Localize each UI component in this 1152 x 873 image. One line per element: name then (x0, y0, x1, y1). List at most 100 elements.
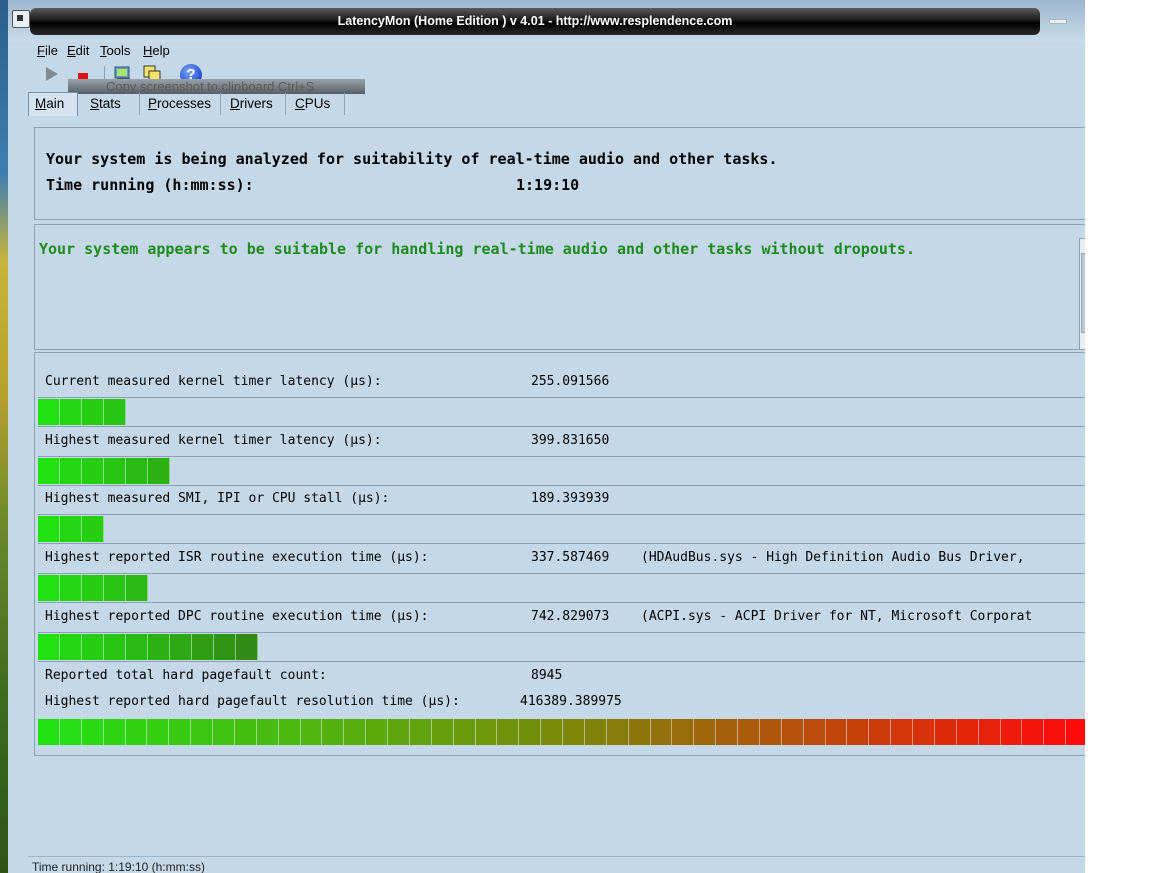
tab-main[interactable]: Main (28, 92, 78, 116)
latencymon-window: LatencyMon (Home Edition ) v 4.01 - http… (8, 0, 1085, 873)
bar-segment (60, 634, 82, 660)
bar-segment (1022, 719, 1045, 745)
status-bar-text: Time running: 1:19:10 (h:mm:ss) (32, 860, 205, 873)
bar-segment (170, 634, 192, 660)
title-bar[interactable]: LatencyMon (Home Edition ) v 4.01 - http… (8, 0, 1085, 42)
bar-segment (38, 458, 60, 484)
app-icon[interactable] (12, 10, 30, 28)
metric-detail: (ACPI.sys - ACPI Driver for NT, Microsof… (641, 609, 1033, 624)
metric-label: Highest measured kernel timer latency (µ… (45, 433, 382, 448)
bar-segment (934, 719, 957, 745)
bar-segment (475, 719, 498, 745)
bar-segment (256, 719, 279, 745)
metric-bar (38, 458, 170, 484)
metric-label: Highest reported ISR routine execution t… (45, 550, 429, 565)
play-icon[interactable] (42, 64, 64, 86)
metric-value: 189.393939 (531, 491, 610, 506)
bar-segment (148, 458, 170, 484)
verdict-panel: Your system appears to be suitable for h… (34, 224, 1085, 350)
bar-segment (234, 719, 257, 745)
menu-help[interactable]: Help (143, 42, 170, 60)
bar-segment (191, 719, 213, 745)
bar-segment (38, 719, 60, 745)
pagefault-bar (38, 719, 1085, 745)
metric-divider (38, 485, 1085, 486)
bar-segment (147, 719, 170, 745)
tab-strip: Main Stats Processes Drivers CPUs (28, 92, 1085, 117)
metric-bar (38, 399, 126, 425)
bar-segment (891, 719, 913, 745)
menu-edit[interactable]: Edit (67, 42, 89, 60)
window-title: LatencyMon (Home Edition ) v 4.01 - http… (337, 14, 733, 28)
bar-segment (584, 719, 607, 745)
tab-drivers[interactable]: Drivers (224, 93, 286, 115)
bar-segment (126, 458, 148, 484)
menu-file[interactable]: File (37, 42, 58, 60)
bar-segment (81, 719, 104, 745)
time-running-label: Time running (h:mm:ss): (46, 176, 254, 194)
bar-segment (104, 399, 126, 425)
bar-segment (431, 719, 454, 745)
bar-segment (322, 719, 345, 745)
metric-value: 399.831650 (531, 433, 610, 448)
status-bar: Time running: 1:19:10 (h:mm:ss) (28, 856, 1085, 873)
analysis-status-panel: Your system is being analyzed for suitab… (34, 127, 1085, 220)
bar-segment (672, 719, 695, 745)
menu-tools[interactable]: Tools (100, 42, 130, 60)
tab-processes[interactable]: Processes (142, 93, 221, 115)
bar-segment (409, 719, 432, 745)
verdict-scrollbar-thumb[interactable] (1081, 253, 1085, 333)
bar-segment (803, 719, 826, 745)
bar-segment (104, 575, 126, 601)
bar-segment (716, 719, 738, 745)
title-bar-inner: LatencyMon (Home Edition ) v 4.01 - http… (30, 8, 1040, 35)
metric-bar (38, 634, 258, 660)
pagefault-count-value: 8945 (531, 668, 563, 683)
metric-bar (38, 575, 148, 601)
bar-segment (1066, 719, 1085, 745)
bar-segment (125, 719, 148, 745)
metric-value: 255.091566 (531, 374, 610, 389)
bar-segment (126, 634, 148, 660)
pagefault-resolution-value: 416389.389975 (520, 694, 622, 709)
bar-segment (781, 719, 804, 745)
bar-segment (60, 399, 82, 425)
bar-segment (104, 458, 126, 484)
verdict-scrollbar[interactable] (1079, 238, 1085, 350)
bar-segment (82, 516, 104, 542)
bar-segment (1000, 719, 1023, 745)
bar-segment (103, 719, 126, 745)
bar-segment (59, 719, 82, 745)
analysis-status-text: Your system is being analyzed for suitab… (46, 150, 778, 168)
bar-segment (60, 575, 82, 601)
minimize-icon[interactable] (1048, 14, 1070, 28)
bar-segment (759, 719, 782, 745)
bar-segment (38, 399, 60, 425)
bar-segment (453, 719, 476, 745)
metric-divider (38, 573, 1085, 574)
bar-segment (344, 719, 367, 745)
verdict-text: Your system appears to be suitable for h… (39, 240, 915, 258)
bar-segment (825, 719, 848, 745)
bar-segment (192, 634, 214, 660)
metric-divider (38, 602, 1085, 603)
metrics-panel: Current measured kernel timer latency (µ… (34, 352, 1085, 756)
bar-segment (300, 719, 323, 745)
metric-label: Highest measured SMI, IPI or CPU stall (… (45, 491, 390, 506)
bar-segment (606, 719, 629, 745)
bar-segment (82, 399, 104, 425)
bar-segment (126, 575, 148, 601)
bar-segment (388, 719, 410, 745)
pagefault-count-label: Reported total hard pagefault count: (45, 668, 327, 683)
tab-stats[interactable]: Stats (84, 93, 140, 115)
bar-segment (38, 516, 60, 542)
bar-segment (847, 719, 870, 745)
menu-bar: File Edit Tools Help (8, 42, 1085, 60)
bar-segment (82, 458, 104, 484)
tab-cpus[interactable]: CPUs (289, 93, 345, 115)
bar-segment (236, 634, 258, 660)
bar-segment (60, 458, 82, 484)
bar-segment (82, 634, 104, 660)
desktop-background-strip (0, 0, 8, 873)
bar-segment (148, 634, 170, 660)
